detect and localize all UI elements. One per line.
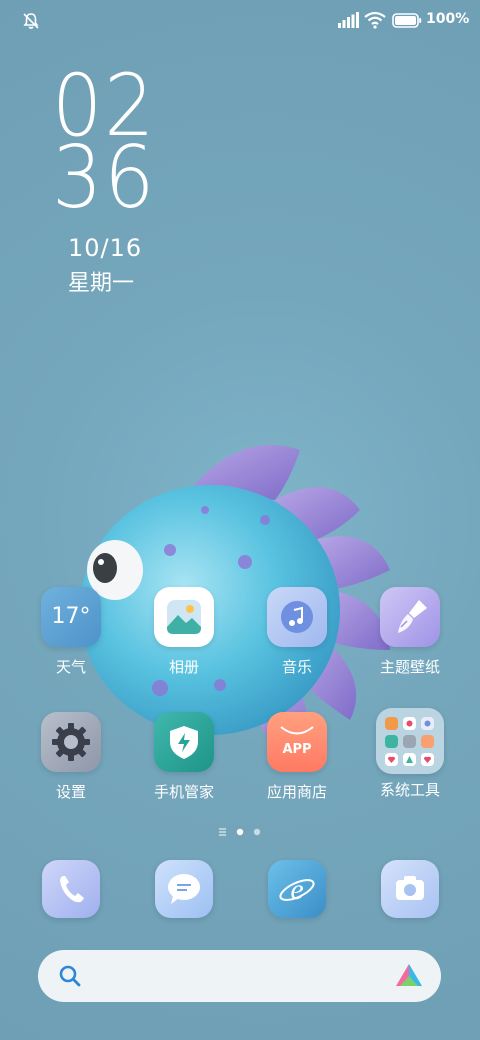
- clock-widget[interactable]: 02 36: [52, 63, 165, 228]
- dock-camera[interactable]: [360, 860, 460, 918]
- app-gallery[interactable]: 相册: [134, 587, 234, 677]
- app-label: 设置: [55, 783, 86, 801]
- clock-minutes: 36: [52, 128, 157, 228]
- signal-icon: [338, 12, 359, 28]
- app-label: 系统工具: [379, 781, 440, 799]
- mute-icon: [23, 13, 39, 29]
- battery-percent: 100%: [426, 11, 470, 27]
- app-store-badge: APP: [282, 742, 312, 757]
- app-music[interactable]: 音乐: [247, 587, 347, 677]
- app-label: 应用商店: [266, 783, 327, 801]
- app-store[interactable]: APP 应用商店: [247, 712, 347, 802]
- search-icon[interactable]: [58, 964, 82, 988]
- weather-temp: 17°: [51, 604, 91, 629]
- theme-brush-icon: [380, 587, 440, 647]
- battery-icon: [392, 13, 422, 28]
- app-label: 音乐: [281, 658, 312, 676]
- camera-icon: [381, 860, 439, 918]
- app-label: 手机管家: [153, 783, 214, 801]
- app-folder-system-tools[interactable]: 系统工具: [360, 708, 460, 800]
- message-icon: [155, 860, 213, 918]
- page-indicator: [0, 823, 480, 836]
- app-label: 天气: [55, 658, 86, 676]
- app-settings[interactable]: 设置: [21, 712, 121, 802]
- folder-icon: [376, 708, 444, 774]
- app-store-icon: APP: [267, 712, 327, 772]
- app-weather[interactable]: 17° 天气: [21, 587, 121, 677]
- search-bar[interactable]: [38, 950, 441, 1002]
- app-theme[interactable]: 主题壁纸: [360, 587, 460, 677]
- clock-date: 10/16: [68, 234, 143, 262]
- gear-icon: [41, 712, 101, 772]
- app-label: 相册: [168, 658, 199, 676]
- browser-icon: e: [268, 860, 326, 918]
- status-bar: 100%: [0, 0, 480, 42]
- page-list-icon: [219, 828, 226, 836]
- gallery-icon: [154, 587, 214, 647]
- app-label: 主题壁纸: [379, 658, 440, 676]
- dock-phone[interactable]: [21, 860, 121, 918]
- security-shield-icon: [154, 712, 214, 772]
- svg-text:e: e: [290, 873, 303, 906]
- home-screen: 100% 02 36 10/16 星期一 17° 天气 相册 音乐 主题壁纸 设…: [0, 0, 480, 1040]
- app-security[interactable]: 手机管家: [134, 712, 234, 802]
- phone-icon: [42, 860, 100, 918]
- clock-weekday: 星期一: [68, 271, 135, 296]
- page-dot-active: [236, 828, 244, 836]
- assistant-logo-icon[interactable]: [394, 962, 424, 990]
- dock-messages[interactable]: [134, 860, 234, 918]
- wifi-icon: [364, 11, 386, 29]
- music-icon: [267, 587, 327, 647]
- dock-browser[interactable]: e: [247, 860, 347, 918]
- weather-icon: 17°: [41, 587, 101, 647]
- page-dot: [253, 828, 261, 836]
